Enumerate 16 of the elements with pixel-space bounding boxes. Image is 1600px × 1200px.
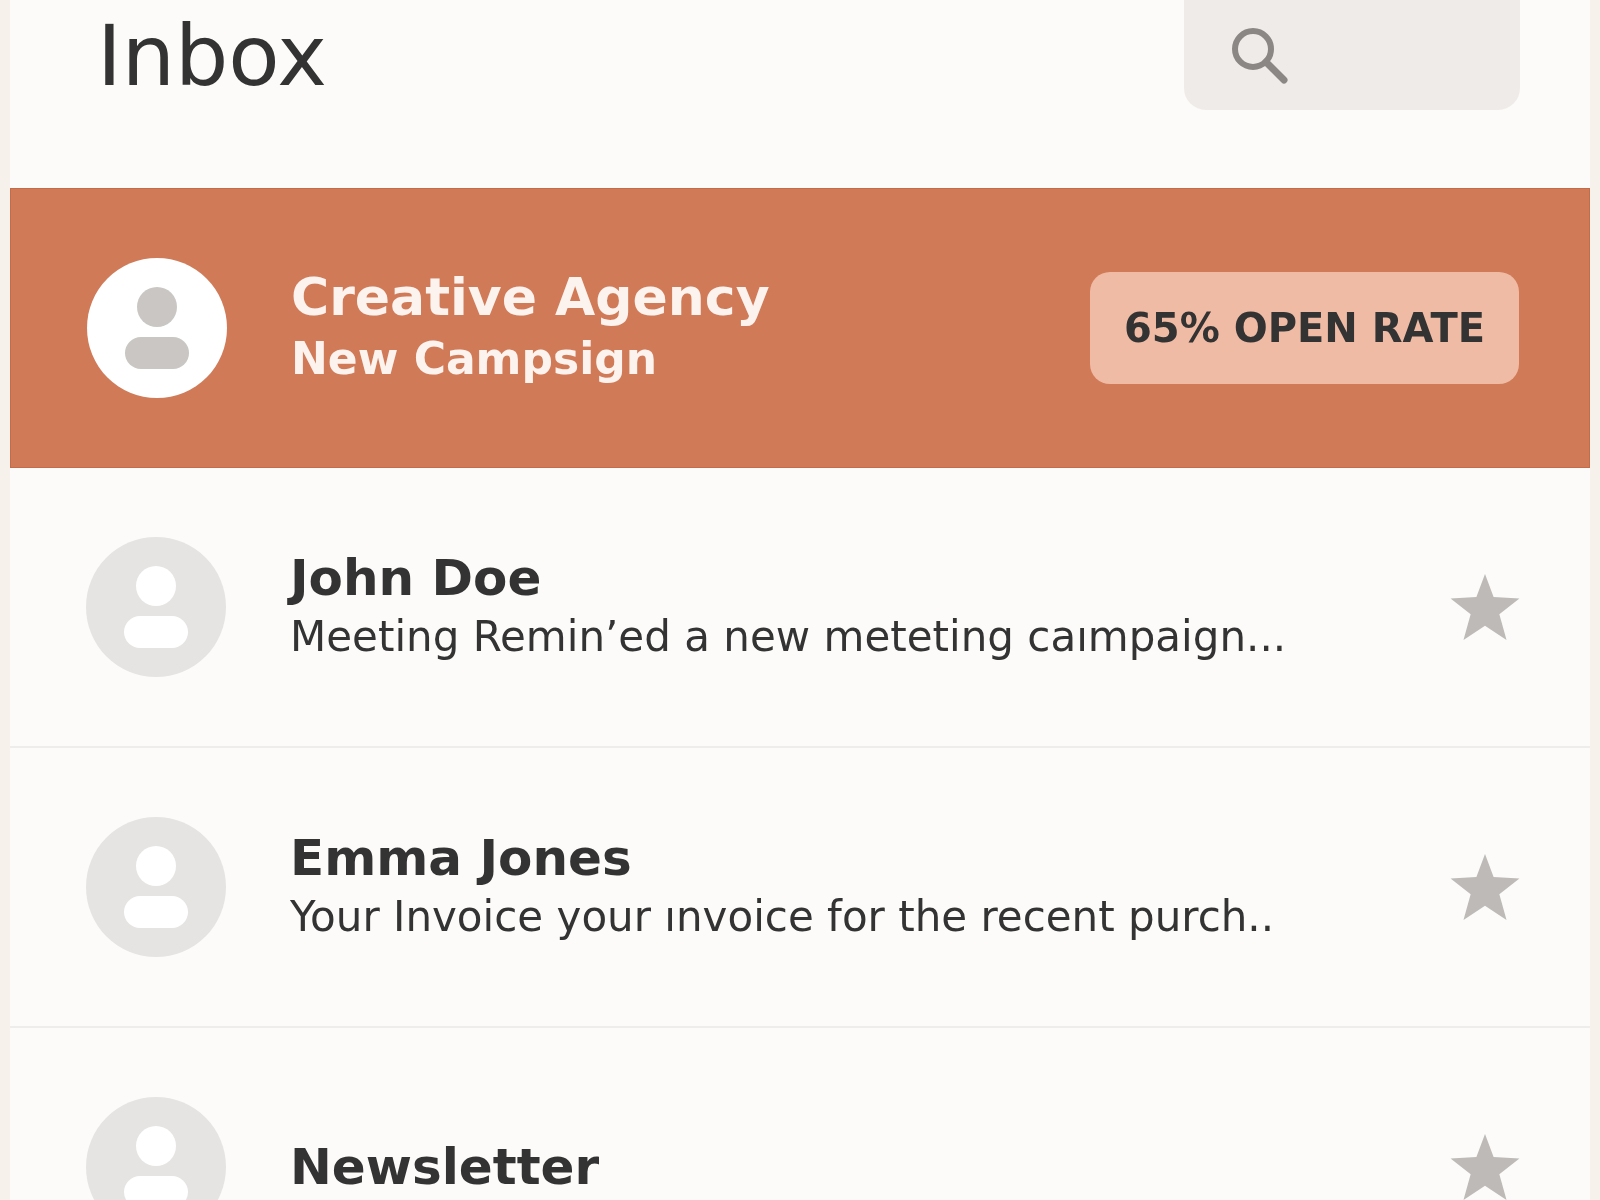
message-row[interactable]: Newsletter xyxy=(10,1028,1590,1200)
message-preview: New Campsign xyxy=(291,332,659,387)
message-preview: Your Invoice your ınvoice for the recent purch.. xyxy=(290,890,1276,943)
sender-name: Emma Jones xyxy=(290,827,633,888)
open-rate-badge: 65% OPEN RATE xyxy=(1090,272,1519,384)
star-icon[interactable] xyxy=(1450,1134,1520,1200)
star-icon[interactable] xyxy=(1450,574,1520,640)
message-preview: Meeting Remin’ed a new meteting caımpaign... xyxy=(290,610,1288,663)
message-row[interactable]: John Doe Meeting Remin’ed a new meteting caımpaign... xyxy=(10,468,1590,748)
search-field[interactable] xyxy=(1184,0,1520,110)
inbox-title: Inbox xyxy=(97,14,327,98)
star-icon[interactable] xyxy=(1450,854,1520,920)
sender-name: Newsletter xyxy=(290,1137,601,1197)
sender-name: Creative Agency xyxy=(291,266,771,329)
message-row[interactable]: Emma Jones Your Invoice your ınvoice for the recent purch.. xyxy=(10,748,1590,1028)
message-row[interactable]: Creative Agency New Campsign 65% OPEN RATE xyxy=(10,188,1590,468)
